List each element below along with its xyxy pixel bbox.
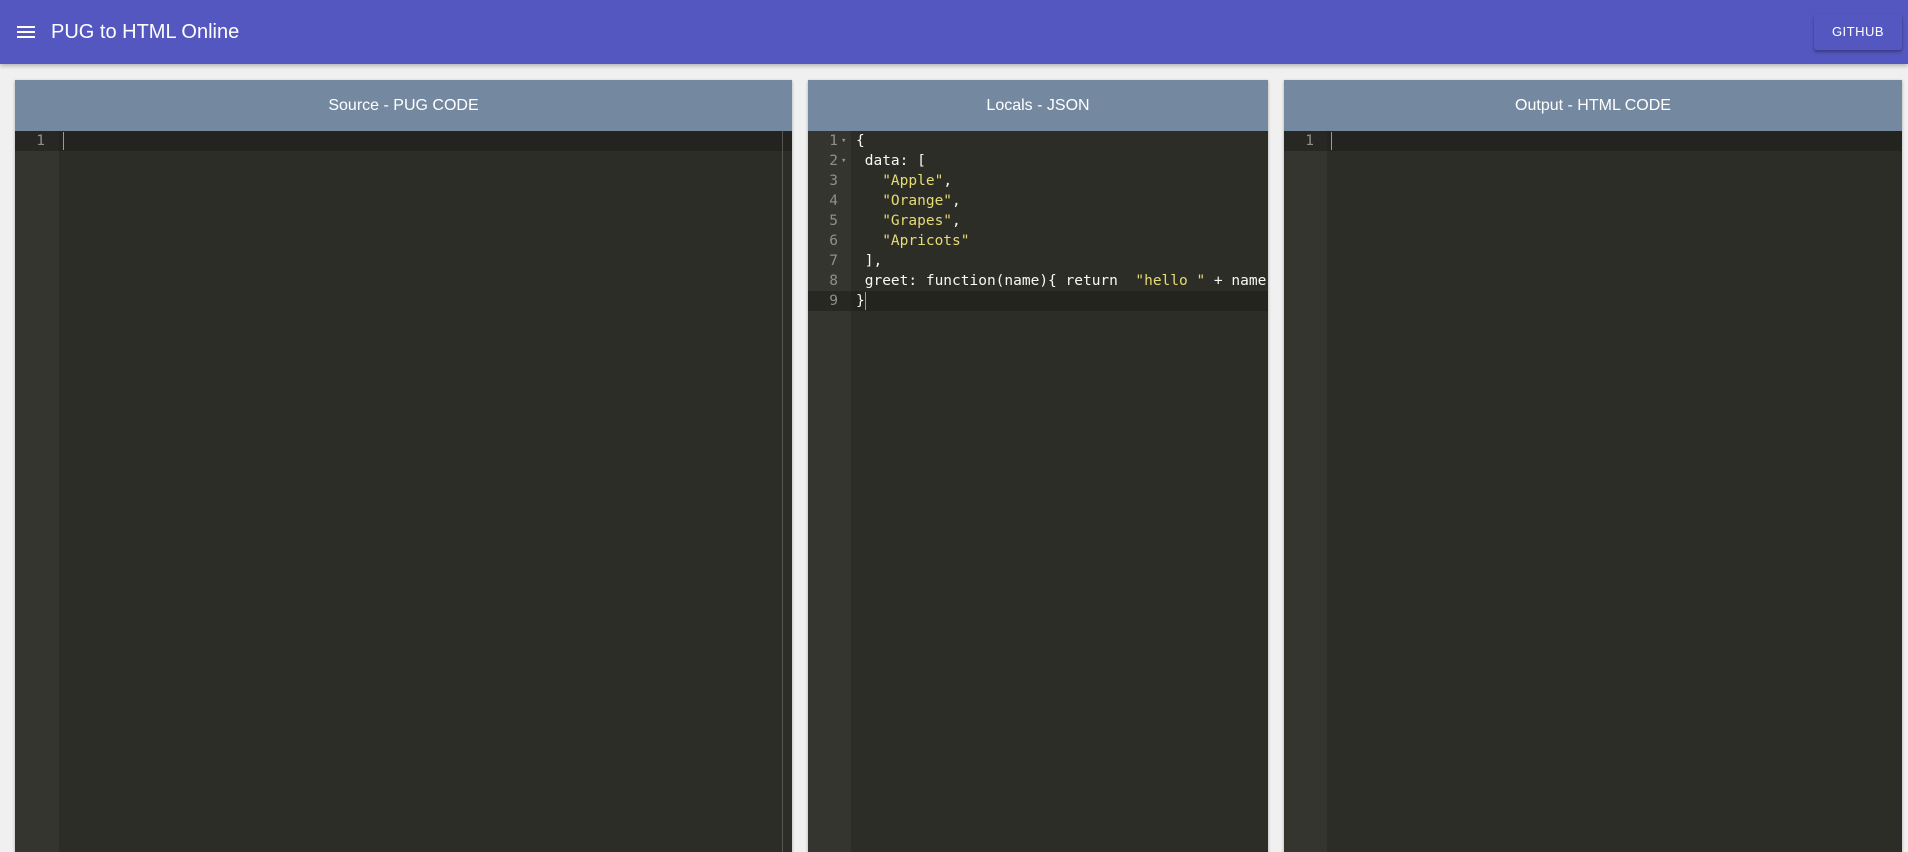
line-number: 1 (1305, 133, 1314, 149)
source-editor[interactable]: 1 (15, 131, 792, 852)
text-cursor (63, 132, 64, 150)
string-literal: "Apricots" (882, 233, 970, 249)
line-number: 8 (829, 273, 838, 289)
active-line (851, 291, 1268, 311)
output-panel: Output - HTML CODE 1 (1284, 80, 1902, 852)
source-panel: Source - PUG CODE 1 (15, 80, 792, 852)
line-number: 9 (829, 293, 838, 309)
line-number: 5 (829, 213, 838, 229)
hamburger-menu-icon[interactable] (14, 20, 38, 44)
active-line (59, 131, 792, 151)
code-line: greet: function(name){ return "hello " +… (856, 273, 1267, 289)
line-number: 1 (829, 133, 838, 149)
locals-gutter: 1 ▾ 2 ▾ 3 4 5 6 7 8 9 (808, 131, 851, 852)
app-title: PUG to HTML Online (51, 21, 240, 43)
text-cursor (1331, 132, 1332, 150)
text-cursor (865, 292, 866, 310)
github-button[interactable]: GITHUB (1814, 14, 1902, 50)
code-line: data: [ (856, 153, 926, 169)
code-line: { (856, 133, 865, 149)
line-number: 4 (829, 193, 838, 209)
active-line (1327, 131, 1902, 151)
line-number: 2 (829, 153, 838, 169)
string-literal: "Orange" (882, 193, 953, 209)
locals-panel: Locals - JSON 1 ▾ 2 ▾ 3 4 5 6 7 8 9 { da… (808, 80, 1268, 852)
line-number: 6 (829, 233, 838, 249)
code-line: "Orange", (882, 193, 961, 209)
print-margin (782, 131, 783, 852)
line-number: 1 (36, 133, 45, 149)
locals-panel-title: Locals - JSON (808, 80, 1268, 131)
code-line: "Apricots" (856, 231, 970, 251)
string-literal: "Apple" (882, 173, 944, 189)
code-line: ], (856, 253, 883, 269)
source-panel-title: Source - PUG CODE (15, 80, 792, 131)
line-number: 7 (829, 253, 838, 269)
fold-arrow-icon[interactable]: ▾ (841, 131, 846, 151)
code-line: "Grapes", (882, 213, 961, 229)
output-gutter: 1 (1284, 131, 1327, 852)
locals-editor[interactable]: 1 ▾ 2 ▾ 3 4 5 6 7 8 9 { data: [ "Apple",… (808, 131, 1268, 852)
source-gutter: 1 (15, 131, 59, 852)
code-line: "Apple", (882, 173, 953, 189)
line-number: 3 (829, 173, 838, 189)
string-literal: "hello " (1135, 273, 1206, 289)
code-line: } (856, 293, 865, 309)
string-literal: "Grapes" (882, 213, 953, 229)
output-editor[interactable]: 1 (1284, 131, 1902, 852)
fold-arrow-icon[interactable]: ▾ (841, 151, 846, 171)
app-bar: PUG to HTML Online GITHUB (0, 0, 1908, 64)
output-panel-title: Output - HTML CODE (1284, 80, 1902, 131)
